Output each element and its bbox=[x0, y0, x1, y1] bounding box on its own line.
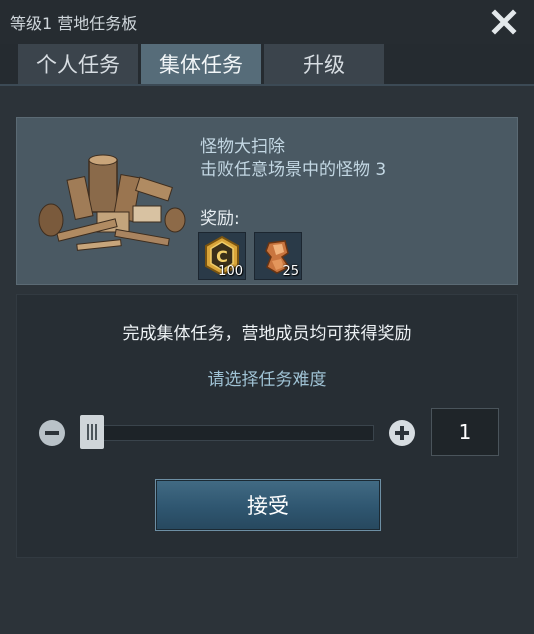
window-title: 等级1 营地任务板 bbox=[10, 14, 138, 33]
reward-count: 100 bbox=[218, 264, 243, 279]
tab-upgrade[interactable]: 升级 bbox=[264, 44, 384, 84]
plus-icon bbox=[395, 426, 409, 440]
firewood-pile-icon bbox=[38, 154, 186, 251]
slider-handle[interactable] bbox=[80, 415, 104, 449]
reward-count: 25 bbox=[282, 264, 299, 279]
task-name: 怪物大扫除 bbox=[200, 137, 285, 157]
increase-button[interactable] bbox=[389, 420, 415, 446]
task-description: 击败任意场景中的怪物 3 bbox=[200, 160, 387, 180]
task-card: 怪物大扫除 击败任意场景中的怪物 3 奖励: C 100 25 bbox=[16, 117, 518, 285]
tab-bar: 个人任务 集体任务 升级 bbox=[0, 44, 534, 86]
panel-title: 完成集体任务，营地成员均可获得奖励 bbox=[122, 324, 412, 344]
difficulty-value-field[interactable]: 1 bbox=[431, 408, 499, 456]
difficulty-panel: 完成集体任务，营地成员均可获得奖励 请选择任务难度 1 接受 bbox=[16, 294, 518, 558]
tab-group-tasks[interactable]: 集体任务 bbox=[141, 44, 261, 84]
reward-slot-coin[interactable]: C 100 bbox=[198, 232, 246, 280]
minus-icon bbox=[45, 431, 59, 435]
tab-personal-tasks[interactable]: 个人任务 bbox=[18, 44, 138, 84]
title-bar: 等级1 营地任务板 bbox=[0, 0, 534, 44]
decrease-button[interactable] bbox=[39, 420, 65, 446]
reward-slot-ore[interactable]: 25 bbox=[254, 232, 302, 280]
difficulty-slider[interactable] bbox=[80, 425, 374, 441]
reward-label: 奖励: bbox=[200, 209, 240, 229]
difficulty-prompt: 请选择任务难度 bbox=[207, 370, 327, 390]
accept-button[interactable]: 接受 bbox=[155, 479, 381, 531]
close-button[interactable] bbox=[488, 6, 520, 38]
close-icon bbox=[491, 9, 517, 35]
